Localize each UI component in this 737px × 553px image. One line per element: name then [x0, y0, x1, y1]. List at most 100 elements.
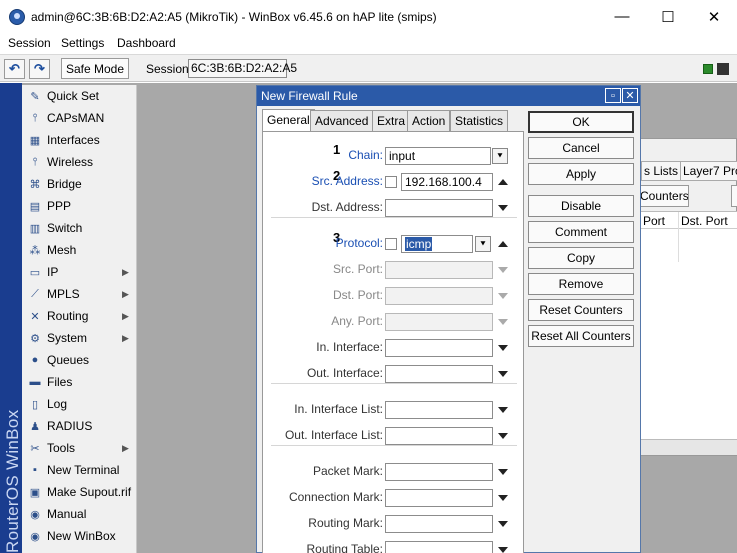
sidebar-item-ip[interactable]: ▭ IP ▶ [22, 261, 137, 283]
sidebar-item-radius[interactable]: ♟ RADIUS [22, 415, 137, 437]
remove-button[interactable]: Remove [528, 273, 634, 295]
reset-counters-button[interactable]: Reset Counters [528, 299, 634, 321]
src-port-field[interactable] [385, 261, 493, 279]
dst-port-field[interactable] [385, 287, 493, 305]
src-address-label[interactable]: Src. Address: [312, 174, 383, 188]
chain-field[interactable]: input [385, 147, 491, 165]
sidebar-item-ppp[interactable]: ▤ PPP [22, 195, 137, 217]
column-header[interactable]: Dst. Port [681, 214, 728, 228]
close-button[interactable]: ✕ [691, 0, 737, 33]
dst-address-label: Dst. Address: [311, 200, 383, 214]
out-interface-field[interactable] [385, 365, 493, 383]
sidebar-item-routing[interactable]: ✕ Routing ▶ [22, 305, 137, 327]
menu-settings[interactable]: Settings [61, 36, 104, 50]
sidebar-item-system[interactable]: ⚙ System ▶ [22, 327, 137, 349]
out-interface-list-field[interactable] [385, 427, 493, 445]
apply-button[interactable]: Apply [528, 163, 634, 185]
chain-label[interactable]: Chain: [348, 148, 383, 162]
restore-icon[interactable]: ▫ [605, 88, 621, 103]
undo-button[interactable]: ↶ [4, 59, 25, 79]
connection-mark-field[interactable] [385, 489, 493, 507]
expand-arrow-icon[interactable] [498, 521, 508, 527]
tab-address-lists[interactable]: s Lists [641, 161, 681, 181]
sidebar-item-make-supout-rif[interactable]: ▣ Make Supout.rif [22, 481, 137, 503]
window-title: admin@6C:3B:6B:D2:A2:A5 (MikroTik) - Win… [31, 10, 437, 24]
safe-mode-button[interactable]: Safe Mode [61, 58, 129, 79]
protocol-invert-checkbox[interactable] [385, 238, 397, 250]
dialog-close-icon[interactable]: ✕ [622, 88, 638, 103]
expand-arrow-icon[interactable] [498, 547, 508, 553]
expand-arrow-icon[interactable] [498, 371, 508, 377]
tab-general[interactable]: General [262, 109, 315, 131]
tab-extra[interactable]: Extra [372, 110, 411, 131]
in-interface-field[interactable] [385, 339, 493, 357]
sidebar-item-bridge[interactable]: ⌘ Bridge [22, 173, 137, 195]
sidebar-item-mpls[interactable]: ⟋ MPLS ▶ [22, 283, 137, 305]
sidebar-item-wireless[interactable]: ⫯ Wireless [22, 151, 137, 173]
sidebar-item-new-terminal[interactable]: ▪ New Terminal [22, 459, 137, 481]
sidebar-item-label: RADIUS [47, 419, 93, 433]
expand-arrow-icon[interactable] [498, 407, 508, 413]
expand-arrow-icon[interactable] [498, 267, 508, 273]
section-divider [271, 445, 517, 446]
sidebar-item-label: Make Supout.rif [47, 485, 132, 499]
chain-dropdown-button[interactable]: ⯆ [492, 148, 508, 164]
protocol-label[interactable]: Protocol: [336, 236, 383, 250]
sidebar-item-switch[interactable]: ▥ Switch [22, 217, 137, 239]
sidebar-item-label: System [47, 331, 88, 345]
expand-arrow-icon[interactable] [498, 319, 508, 325]
expand-arrow-icon[interactable] [498, 293, 508, 299]
new-firewall-rule-dialog: New Firewall Rule ▫ ✕ General Advanced E… [256, 85, 641, 553]
collapse-arrow-icon[interactable] [498, 241, 508, 247]
sidebar-item-queues[interactable]: ● Queues [22, 349, 137, 371]
sidebar-item-log[interactable]: ▯ Log [22, 393, 137, 415]
dst-address-field[interactable] [385, 199, 493, 217]
mesh-icon: ⁂ [29, 244, 41, 257]
expand-arrow-icon[interactable] [498, 495, 508, 501]
any-port-field[interactable] [385, 313, 493, 331]
sidebar-item-label: Quick Set [47, 89, 100, 103]
maximize-button[interactable]: ☐ [645, 0, 691, 33]
redo-button[interactable]: ↷ [29, 59, 50, 79]
expand-arrow-icon[interactable] [498, 433, 508, 439]
sidebar-item-quick-set[interactable]: ✎ Quick Set [22, 85, 137, 107]
collapse-arrow-icon[interactable] [498, 179, 508, 185]
cancel-button[interactable]: Cancel [528, 137, 634, 159]
expand-arrow-icon[interactable] [498, 469, 508, 475]
protocol-dropdown-button[interactable]: ⯆ [475, 236, 491, 252]
reset-counters-button[interactable]: Counters [637, 185, 689, 207]
comment-button[interactable]: Comment [528, 221, 634, 243]
horizontal-scrollbar[interactable] [641, 439, 737, 455]
copy-button[interactable]: Copy [528, 247, 634, 269]
expand-arrow-icon[interactable] [498, 205, 508, 211]
menu-dashboard[interactable]: Dashboard [117, 36, 176, 50]
sidebar-item-interfaces[interactable]: ▦ Interfaces [22, 129, 137, 151]
terminal-icon: ▪ [33, 464, 37, 476]
packet-mark-field[interactable] [385, 463, 493, 481]
session-field[interactable]: 6C:3B:6B:D2:A2:A5 [188, 59, 297, 78]
column-header[interactable]: Port [643, 214, 665, 228]
src-address-invert-checkbox[interactable] [385, 176, 397, 188]
disable-button[interactable]: Disable [528, 195, 634, 217]
src-address-field[interactable]: 192.168.100.4 [401, 173, 493, 191]
reset-all-counters-button[interactable]: Reset All Counters [528, 325, 634, 347]
tab-action[interactable]: Action [407, 110, 451, 131]
sidebar-item-mesh[interactable]: ⁂ Mesh [22, 239, 137, 261]
sidebar-item-manual[interactable]: ◉ Manual [22, 503, 137, 525]
ok-button[interactable]: OK [528, 111, 634, 133]
sidebar-item-files[interactable]: ▬ Files [22, 371, 137, 393]
routing-mark-field[interactable] [385, 515, 493, 533]
tab-advanced[interactable]: Advanced [310, 110, 374, 131]
expand-arrow-icon[interactable] [498, 345, 508, 351]
menu-session[interactable]: Session [8, 36, 51, 50]
tab-layer7-protocols[interactable]: Layer7 Protocols [680, 161, 737, 181]
routing-table-field[interactable] [385, 541, 493, 553]
sidebar-item-tools[interactable]: ✂ Tools ▶ [22, 437, 137, 459]
in-interface-list-field[interactable] [385, 401, 493, 419]
filter-field[interactable] [731, 185, 737, 207]
minimize-button[interactable]: — [599, 0, 645, 33]
sidebar-item-new-winbox[interactable]: ◉ New WinBox [22, 525, 137, 547]
protocol-field[interactable]: icmp [401, 235, 473, 253]
sidebar-item-capsman[interactable]: ⫯ CAPsMAN [22, 107, 137, 129]
tab-statistics[interactable]: Statistics [450, 110, 509, 131]
